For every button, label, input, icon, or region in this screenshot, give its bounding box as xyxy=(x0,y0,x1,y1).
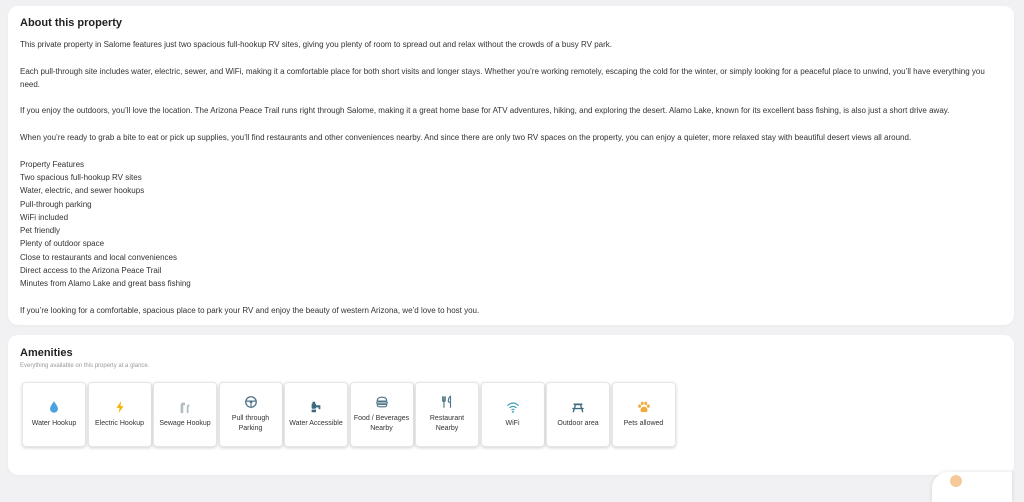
amenity-label: WiFi xyxy=(505,420,520,427)
water-drop-icon xyxy=(50,401,58,413)
amenities-title: Amenities xyxy=(20,347,73,359)
amenity-label: Pull through Parking xyxy=(231,415,270,432)
water-tap-icon xyxy=(311,401,321,413)
about-paragraph: This private property in Salome features… xyxy=(20,40,613,49)
amenity-pull-through-parking[interactable]: Pull through Parking xyxy=(218,382,283,447)
about-section: About this property This private propert… xyxy=(8,6,1014,325)
food-icon xyxy=(375,396,388,408)
amenities-section: Amenities Everything available on this p… xyxy=(8,335,1014,475)
amenity-label: Water Accessible xyxy=(289,420,343,427)
amenity-water-accessible[interactable]: Water Accessible xyxy=(284,382,348,447)
feature-item: Pet friendly xyxy=(20,226,61,236)
pipe-icon xyxy=(180,402,190,414)
about-paragraph: If you enjoy the outdoors, you’ll love t… xyxy=(20,106,950,116)
chat-widget-button[interactable] xyxy=(932,472,1012,502)
paw-icon xyxy=(637,401,650,413)
amenity-label: Sewage Hookup xyxy=(159,420,211,427)
picnic-table-icon xyxy=(572,403,584,413)
utensils-icon xyxy=(442,395,452,408)
amenity-electric-hookup[interactable]: Electric Hookup xyxy=(87,382,152,447)
feature-item: Direct access to the Arizona Peace Trail xyxy=(20,266,162,276)
amenity-pets-allowed[interactable]: Pets allowed xyxy=(611,382,676,447)
about-closing: If you’re looking for a comfortable, spa… xyxy=(20,305,480,315)
about-paragraph: When you’re ready to grab a bite to eat … xyxy=(20,133,912,143)
amenity-wifi[interactable]: WiFi xyxy=(480,382,545,447)
electric-bolt-icon xyxy=(116,400,123,414)
steering-wheel-icon xyxy=(244,396,257,408)
amenity-outdoor-area[interactable]: Outdoor area xyxy=(546,382,610,447)
amenity-label: Outdoor area xyxy=(557,420,599,427)
feature-item: Two spacious full-hookup RV sites xyxy=(20,172,142,182)
amenity-label: Food / Beverages Nearby xyxy=(353,415,410,432)
amenity-label: Water Hookup xyxy=(31,420,77,427)
amenities-subtitle: Everything available on this property at… xyxy=(20,363,150,369)
about-title: About this property xyxy=(20,17,123,29)
feature-item: Minutes from Alamo Lake and great bass f… xyxy=(20,279,191,289)
feature-item: Plenty of outdoor space xyxy=(20,239,105,249)
feature-item: Water, electric, and sewer hookups xyxy=(20,186,145,196)
amenity-restaurant-nearby[interactable]: Restaurant Nearby xyxy=(415,382,479,447)
amenity-label: Pets allowed xyxy=(623,420,664,427)
chat-widget-icon xyxy=(950,475,962,487)
about-paragraph: Each pull-through site includes water, e… xyxy=(20,66,985,89)
amenity-water-hookup[interactable]: Water Hookup xyxy=(22,382,86,447)
feature-item: Close to restaurants and local convenien… xyxy=(20,252,177,262)
amenity-sewage-hookup[interactable]: Sewage Hookup xyxy=(153,382,217,447)
wifi-icon xyxy=(506,402,519,413)
features-heading: Property Features xyxy=(20,159,85,169)
feature-item: WiFi included xyxy=(20,212,69,222)
amenity-label: Electric Hookup xyxy=(94,420,145,427)
amenity-grid: Water Hookup Electric Hookup Sewage Hook… xyxy=(22,382,676,447)
amenity-food-beverages-nearby[interactable]: Food / Beverages Nearby xyxy=(349,382,414,447)
feature-item: Pull-through parking xyxy=(20,199,92,209)
amenity-label: Restaurant Nearby xyxy=(429,415,465,432)
about-description: This private property in Salome features… xyxy=(20,38,1005,317)
